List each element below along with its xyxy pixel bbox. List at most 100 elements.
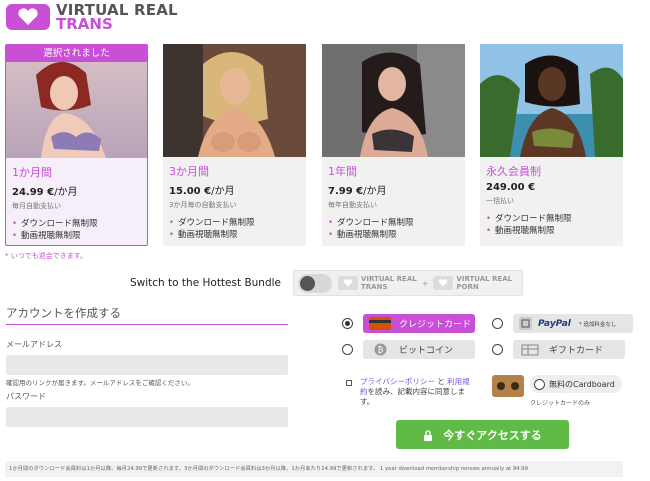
- mini-logo-line2: TRANS: [361, 283, 388, 291]
- mini-logo-line2: PORN: [456, 283, 479, 291]
- credit-card-label: クレジットカード: [399, 320, 472, 330]
- terms-rest: を読み、記載内容に同意します。: [360, 387, 465, 406]
- plan-price: 7.99 €/か月: [328, 182, 465, 197]
- model-photo: [480, 44, 623, 157]
- access-now-button[interactable]: 今すぐアクセスする: [396, 420, 569, 449]
- email-hint: 確認用のリンクが届きます。メールアドレスをご確認ください。: [6, 379, 194, 387]
- feature-item: 動画視聴無制限: [328, 229, 465, 241]
- feature-item: ダウンロード無制限: [486, 213, 623, 225]
- heart-icon: [338, 276, 358, 290]
- lock-icon: [423, 429, 433, 441]
- paypal-button[interactable]: PayPal * 追加料金なし: [513, 314, 633, 333]
- terms-checkbox[interactable]: [346, 380, 352, 386]
- credit-card-icon: [369, 317, 391, 330]
- feature-item: ダウンロード無制限: [12, 218, 147, 230]
- payment-option-credit-card[interactable]: クレジットカード: [342, 314, 475, 333]
- heart-logo-icon[interactable]: [6, 4, 50, 30]
- cardboard-button[interactable]: 無料のCardboard: [530, 375, 622, 393]
- plan-card-3-months[interactable]: 3か月間 15.00 €/か月 3か月毎の自動支払い ダウンロード無制限 動画視…: [163, 44, 306, 246]
- bundle-label: Switch to the Hottest Bundle: [130, 277, 281, 289]
- credit-card-button[interactable]: クレジットカード: [363, 314, 475, 333]
- bundle-logo-porn: VIRTUAL REAL PORN: [433, 275, 512, 291]
- plan-title: 永久会員制: [486, 165, 541, 178]
- svg-text:₿: ₿: [377, 346, 383, 355]
- plan-title: 3か月間: [169, 165, 209, 178]
- logo-text[interactable]: VIRTUAL REAL TRANS: [56, 3, 178, 33]
- password-label: パスワード: [6, 392, 46, 401]
- paypal-icon: [519, 317, 532, 330]
- feature-item: ダウンロード無制限: [328, 217, 465, 229]
- plan-billing-note: 毎月自動支払い: [12, 202, 61, 210]
- plan-billing-note: 毎年自動支払い: [328, 201, 377, 209]
- model-photo: [322, 44, 465, 157]
- payment-option-bitcoin[interactable]: ₿ ビットコイン: [342, 340, 475, 359]
- feature-item: ダウンロード無制限: [169, 217, 306, 229]
- feature-item: 動画視聴無制限: [169, 229, 306, 241]
- price-value: 249.00 €: [486, 182, 536, 193]
- cancel-note: * いつでも退会できます。: [5, 252, 88, 260]
- giftcard-radio[interactable]: [492, 344, 503, 355]
- credit-card-radio[interactable]: [342, 318, 353, 329]
- bitcoin-label: ビットコイン: [399, 346, 454, 356]
- payment-option-paypal[interactable]: PayPal * 追加料金なし: [492, 314, 633, 333]
- terms-agreement: プライバシーポリシー と 利用規約を読み、記載内容に同意します。: [346, 377, 475, 407]
- email-label: メールアドレス: [6, 340, 62, 349]
- renewal-footer: 1か月間のダウンロード会員料は1か月以降、毎月24.99で更新されます。3か月間…: [5, 461, 623, 477]
- plan-price: 24.99 €/か月: [12, 183, 147, 198]
- feature-item: 動画視聴無制限: [486, 225, 623, 237]
- mini-logo-text: VIRTUAL REAL TRANS: [361, 275, 417, 291]
- email-field[interactable]: [6, 355, 288, 375]
- cardboard-label: 無料のCardboard: [549, 379, 615, 389]
- heart-icon: [433, 276, 454, 290]
- giftcard-icon: [519, 343, 541, 356]
- plan-billing-note: 3か月毎の自動支払い: [169, 201, 237, 209]
- price-unit: /か月: [363, 186, 387, 197]
- mini-logo-line1: VIRTUAL REAL: [361, 275, 417, 283]
- bitcoin-icon: ₿: [369, 343, 391, 356]
- mini-logo-text: VIRTUAL REAL PORN: [456, 275, 512, 291]
- plan-title: 1年間: [328, 165, 357, 178]
- privacy-policy-link[interactable]: プライバシーポリシー: [360, 377, 435, 386]
- access-now-label: 今すぐアクセスする: [443, 428, 542, 442]
- bundle-toggle-row: Switch to the Hottest Bundle VIRTUAL REA…: [130, 270, 523, 296]
- bundle-switch[interactable]: [298, 273, 332, 293]
- paypal-label: PayPal: [538, 318, 571, 329]
- terms-text: プライバシーポリシー と 利用規約を読み、記載内容に同意します。: [360, 377, 475, 407]
- logo-line2: TRANS: [56, 15, 113, 33]
- switch-knob: [300, 275, 315, 291]
- price-value: 24.99 €: [12, 187, 55, 198]
- bundle-box[interactable]: VIRTUAL REAL TRANS + VIRTUAL REAL PORN: [293, 270, 523, 296]
- feature-item: 動画視聴無制限: [12, 230, 147, 242]
- cardboard-radio[interactable]: [534, 378, 545, 390]
- plan-card-1-month[interactable]: 選択されました 1か月間 24.99 €/か月 毎月自動支払い ダウンロード無制…: [5, 44, 148, 246]
- bitcoin-radio[interactable]: [342, 344, 353, 355]
- feature-list: ダウンロード無制限 動画視聴無制限: [12, 218, 147, 242]
- plan-price: 15.00 €/か月: [169, 182, 306, 197]
- paypal-radio[interactable]: [492, 318, 503, 329]
- terms-and: と: [437, 377, 445, 386]
- plan-card-lifetime[interactable]: 永久会員制 249.00 € 一括払い ダウンロード無制限 動画視聴無制限: [480, 44, 623, 246]
- model-photo: 選択されました: [6, 45, 147, 158]
- cardboard-note: クレジットカードのみ: [530, 400, 591, 407]
- giftcard-button[interactable]: ギフトカード: [513, 340, 625, 359]
- mini-logo-line1: VIRTUAL REAL: [456, 275, 513, 283]
- feature-list: ダウンロード無制限 動画視聴無制限: [486, 213, 623, 237]
- feature-list: ダウンロード無制限 動画視聴無制限: [328, 217, 465, 241]
- plan-price: 249.00 €: [486, 182, 623, 193]
- plan-list: 選択されました 1か月間 24.99 €/か月 毎月自動支払い ダウンロード無制…: [5, 44, 625, 246]
- plus-sign: +: [421, 278, 429, 288]
- site-header: VIRTUAL REAL TRANS: [6, 2, 178, 32]
- bundle-logo-trans: VIRTUAL REAL TRANS: [338, 275, 417, 291]
- password-field[interactable]: [6, 407, 288, 427]
- selected-badge: 選択されました: [6, 45, 147, 62]
- cardboard-note-wrap: クレジットカードのみ: [492, 394, 590, 407]
- plan-card-1-year[interactable]: 1年間 7.99 €/か月 毎年自動支払い ダウンロード無制限 動画視聴無制限: [322, 44, 465, 246]
- price-unit: /か月: [211, 186, 235, 197]
- payment-option-giftcard[interactable]: ギフトカード: [492, 340, 625, 359]
- price-value: 7.99 €: [328, 186, 364, 197]
- create-account-title: アカウントを作成する: [6, 305, 288, 325]
- giftcard-label: ギフトカード: [549, 346, 604, 356]
- bitcoin-button[interactable]: ₿ ビットコイン: [363, 340, 475, 359]
- paypal-note: * 追加料金なし: [578, 321, 617, 328]
- plan-billing-note: 一括払い: [486, 197, 514, 205]
